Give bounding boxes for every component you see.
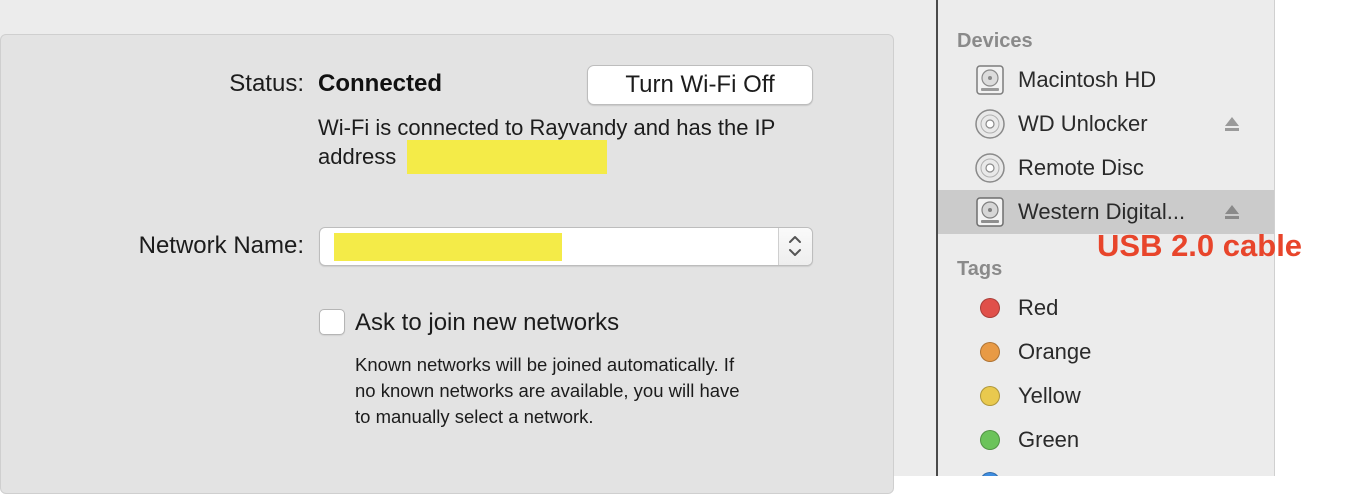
sidebar-item-label: Macintosh HD xyxy=(1018,67,1157,92)
ask-to-join-help-text: Known networks will be joined automatica… xyxy=(355,352,825,430)
sidebar-item-remote-disc[interactable]: Remote Disc xyxy=(938,146,1274,190)
hard-drive-icon xyxy=(976,197,1004,227)
sidebar-item-label: WD Unlocker xyxy=(1018,111,1148,136)
eject-icon[interactable] xyxy=(1223,202,1241,222)
sidebar-tag-red[interactable]: Red xyxy=(938,286,1274,330)
ip-address-redaction xyxy=(407,140,607,174)
network-name-stepper[interactable] xyxy=(778,228,812,265)
sidebar-item-macintosh-hd[interactable]: Macintosh HD xyxy=(938,58,1274,102)
orange-tag-dot-icon xyxy=(980,342,1000,362)
turn-wifi-off-button[interactable]: Turn Wi-Fi Off xyxy=(587,65,813,105)
help-text-line-2: no known networks are available, you wil… xyxy=(355,380,740,401)
red-tag-dot-icon xyxy=(980,298,1000,318)
network-name-label: Network Name: xyxy=(138,232,304,259)
sidebar-item-label: Yellow xyxy=(1018,383,1081,408)
ask-to-join-checkbox[interactable] xyxy=(319,309,345,335)
chevron-up-icon xyxy=(789,236,801,243)
optical-disc-icon xyxy=(975,109,1005,139)
devices-section-title: Devices xyxy=(957,30,1033,52)
usb-cable-annotation: USB 2.0 cable xyxy=(1097,228,1303,263)
chevron-down-icon xyxy=(789,249,801,256)
network-preferences-pane: Status: Connected Turn Wi-Fi Off Wi-Fi i… xyxy=(0,0,936,494)
hard-drive-icon xyxy=(976,65,1004,95)
status-value: Connected xyxy=(318,70,443,97)
sidebar-item-label: Remote Disc xyxy=(1018,155,1144,180)
blue-tag-dot-icon xyxy=(980,472,1000,476)
status-label: Status: xyxy=(229,70,304,97)
ask-to-join-label[interactable]: Ask to join new networks xyxy=(355,309,619,337)
sidebar-item-label: Western Digital... xyxy=(1018,199,1186,224)
status-description-line-1: Wi-Fi is connected to Rayvandy and has t… xyxy=(318,115,776,140)
help-text-line-3: to manually select a network. xyxy=(355,406,594,427)
optical-disc-icon xyxy=(975,153,1005,183)
sidebar-tag-yellow[interactable]: Yellow xyxy=(938,374,1274,418)
help-text-line-1: Known networks will be joined automatica… xyxy=(355,354,735,375)
sidebar-item-wd-unlocker[interactable]: WD Unlocker xyxy=(938,102,1274,146)
network-name-select[interactable] xyxy=(319,227,813,266)
network-name-redaction xyxy=(334,233,562,261)
eject-icon[interactable] xyxy=(1223,114,1241,134)
sidebar-item-label: Orange xyxy=(1018,339,1092,364)
sidebar-item-label: Red xyxy=(1018,295,1059,320)
sidebar-tag-partial[interactable] xyxy=(938,440,1274,476)
tags-section-title: Tags xyxy=(957,258,1003,280)
sidebar-tag-orange[interactable]: Orange xyxy=(938,330,1274,374)
yellow-tag-dot-icon xyxy=(980,386,1000,406)
